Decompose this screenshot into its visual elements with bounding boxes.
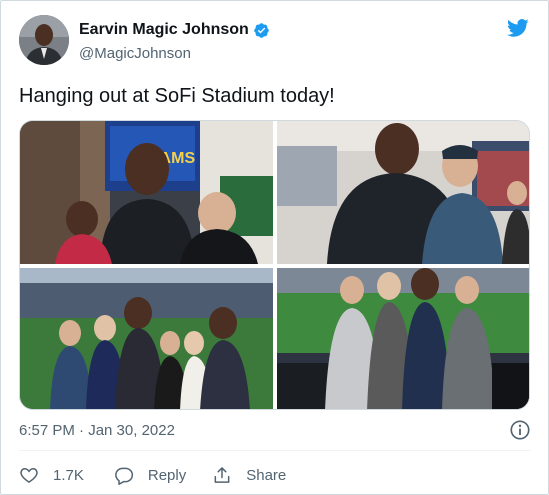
action-bar: 1.7K Reply Share	[19, 463, 286, 487]
reply-label: Reply	[147, 466, 187, 484]
heart-icon	[20, 467, 38, 483]
share-label: Share	[246, 466, 287, 484]
verified-badge-icon	[254, 22, 269, 38]
avatar[interactable]	[19, 15, 69, 65]
tweet-text: Hanging out at SoFi Stadium today!	[19, 85, 335, 107]
twitter-bird-icon[interactable]	[505, 17, 531, 39]
divider	[19, 450, 531, 451]
display-name[interactable]: Earvin Magic Johnson	[79, 21, 249, 39]
photo-1[interactable]: RAMS	[20, 121, 273, 264]
share-button[interactable]: Share	[212, 465, 286, 485]
photo-4[interactable]	[277, 268, 529, 409]
like-button[interactable]: 1.7K	[19, 465, 84, 485]
tweet-header: Earvin Magic Johnson @MagicJohnson	[19, 15, 531, 67]
photo-2[interactable]	[277, 121, 529, 264]
timestamp-row: 6:57 PM · Jan 30, 2022	[19, 419, 531, 445]
media-grid: RAMS	[19, 120, 530, 410]
name-row: Earvin Magic Johnson	[79, 21, 270, 39]
like-count: 1.7K	[53, 466, 84, 484]
reply-bubble-icon	[114, 467, 133, 485]
tweet-card: Earvin Magic Johnson @MagicJohnson Hangi…	[0, 0, 549, 495]
handle[interactable]: @MagicJohnson	[79, 45, 191, 62]
share-icon	[214, 467, 230, 483]
reply-button[interactable]: Reply	[114, 465, 186, 485]
timestamp[interactable]: 6:57 PM · Jan 30, 2022	[19, 422, 175, 439]
photo-3[interactable]	[20, 268, 273, 409]
info-icon[interactable]	[509, 419, 531, 441]
